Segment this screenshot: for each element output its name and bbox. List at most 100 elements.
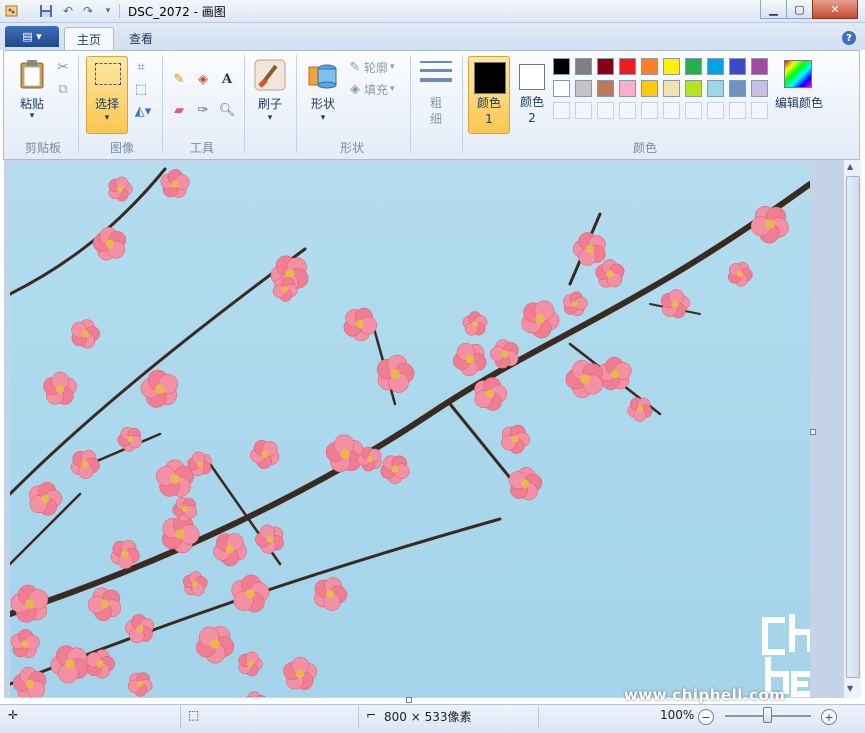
cursor-position-icon: ✛: [8, 708, 18, 722]
pencil-icon[interactable]: ✎: [170, 70, 188, 88]
size-label: 粗细: [426, 95, 446, 127]
rotate-icon[interactable]: ◭▾: [130, 102, 156, 120]
fill-bucket-icon[interactable]: ◈: [194, 70, 212, 88]
blossom-center: [101, 600, 109, 608]
palette-color-swatch[interactable]: [707, 102, 724, 119]
palette-color-swatch[interactable]: [729, 102, 746, 119]
paste-button[interactable]: 粘贴 ▾: [12, 57, 52, 133]
title-divider: [119, 4, 120, 18]
help-icon[interactable]: ?: [842, 31, 856, 45]
canvas-resize-handle-bottom[interactable]: [406, 697, 412, 703]
tab-view[interactable]: 查看: [118, 27, 164, 50]
blossom-center: [96, 660, 103, 667]
palette-color-swatch[interactable]: [751, 102, 768, 119]
undo-icon[interactable]: ↶: [60, 3, 76, 19]
palette-color-swatch[interactable]: [553, 102, 570, 119]
tab-home[interactable]: 主页: [64, 27, 114, 51]
palette-color-swatch[interactable]: [663, 102, 680, 119]
color2-button[interactable]: 颜色 2: [512, 56, 552, 134]
select-rectangle-icon: [95, 63, 121, 85]
crop-icon[interactable]: ⌗: [132, 58, 150, 76]
group-separator: [244, 55, 245, 153]
redo-icon[interactable]: ↷: [80, 3, 96, 19]
select-label: 选择: [87, 95, 127, 112]
zoom-out-button[interactable]: −: [698, 709, 714, 725]
fill-button[interactable]: ◈ 填充 ▾: [346, 80, 395, 98]
palette-color-swatch[interactable]: [619, 80, 636, 97]
palette-color-swatch[interactable]: [685, 80, 702, 97]
group-separator: [410, 55, 411, 153]
scroll-up-icon[interactable]: ▲: [847, 162, 853, 171]
blossom-center: [26, 680, 34, 688]
select-button[interactable]: 选择 ▾: [86, 56, 128, 134]
brushes-button[interactable]: 刷子 ▾: [250, 57, 290, 133]
blossom-center: [580, 374, 590, 384]
size-button[interactable]: 粗细: [418, 57, 454, 133]
maximize-button[interactable]: ▢: [786, 0, 813, 19]
palette-color-swatch[interactable]: [729, 80, 746, 97]
palette-color-swatch[interactable]: [597, 80, 614, 97]
blossom-center: [261, 450, 268, 457]
cut-icon[interactable]: ✂: [54, 58, 72, 76]
blossom-center: [247, 661, 253, 667]
blossom-center: [41, 495, 49, 503]
blossom-center: [356, 320, 364, 328]
palette-color-swatch[interactable]: [685, 58, 702, 75]
scroll-down-icon[interactable]: ▼: [847, 684, 853, 693]
palette-color-swatch[interactable]: [597, 58, 614, 75]
palette-color-swatch[interactable]: [729, 58, 746, 75]
scrollbar-thumb[interactable]: [846, 176, 860, 678]
palette-color-swatch[interactable]: [553, 80, 570, 97]
palette-color-swatch[interactable]: [707, 80, 724, 97]
minimize-button[interactable]: ▁: [760, 0, 787, 19]
palette-color-swatch[interactable]: [751, 80, 768, 97]
outline-icon: ✎: [346, 58, 364, 76]
palette-color-swatch[interactable]: [597, 102, 614, 119]
close-button[interactable]: ✕: [812, 0, 858, 19]
palette-color-swatch[interactable]: [663, 58, 680, 75]
palette-color-swatch[interactable]: [641, 102, 658, 119]
palette-color-swatch[interactable]: [575, 58, 592, 75]
shapes-button[interactable]: 形状 ▾: [302, 57, 344, 133]
save-icon[interactable]: [38, 3, 54, 19]
zoom-slider-thumb[interactable]: [763, 707, 772, 723]
canvas-resize-handle-right[interactable]: [810, 429, 816, 435]
blossom-center: [81, 330, 88, 337]
color1-button[interactable]: 颜色 1: [468, 56, 510, 134]
canvas-image[interactable]: [10, 164, 810, 697]
shapes-dropdown-icon: ▾: [302, 113, 344, 123]
blossom-center: [472, 321, 478, 327]
palette-color-swatch[interactable]: [641, 80, 658, 97]
palette-color-swatch[interactable]: [685, 102, 702, 119]
vertical-scrollbar[interactable]: ▲ ▼: [843, 160, 861, 698]
blossom-center: [765, 219, 775, 229]
palette-color-swatch[interactable]: [641, 58, 658, 75]
resize-icon[interactable]: ⬚: [132, 80, 150, 98]
palette-color-swatch[interactable]: [663, 80, 680, 97]
magnifier-icon[interactable]: 🔍︎: [218, 101, 236, 119]
image-size-icon: ⌐: [366, 708, 376, 722]
color-picker-icon[interactable]: ✑: [194, 101, 212, 119]
palette-color-swatch[interactable]: [575, 102, 592, 119]
blossom-center: [245, 589, 255, 599]
edit-colors-button[interactable]: 编辑颜色: [774, 56, 824, 134]
eraser-icon[interactable]: ▰: [170, 101, 188, 119]
palette-color-swatch[interactable]: [619, 58, 636, 75]
palette-color-swatch[interactable]: [707, 58, 724, 75]
paint-menu-button[interactable]: ▤ ▾: [5, 26, 59, 47]
blossom-center: [340, 449, 350, 459]
palette-color-swatch[interactable]: [553, 58, 570, 75]
zoom-in-button[interactable]: +: [821, 709, 837, 725]
paint-app-icon[interactable]: [4, 3, 20, 19]
blossom-center: [535, 314, 545, 324]
outline-button[interactable]: ✎ 轮廓 ▾: [346, 58, 395, 76]
customize-quick-access-icon[interactable]: ▾: [100, 3, 116, 19]
copy-icon[interactable]: ⧉: [54, 80, 72, 98]
palette-color-swatch[interactable]: [751, 58, 768, 75]
palette-color-swatch[interactable]: [619, 102, 636, 119]
clipboard-group-label: 剪贴板: [14, 139, 72, 156]
text-tool-icon[interactable]: A: [218, 70, 236, 88]
blossom-center: [137, 681, 143, 687]
palette-color-swatch[interactable]: [575, 80, 592, 97]
blossom-center: [210, 639, 220, 649]
